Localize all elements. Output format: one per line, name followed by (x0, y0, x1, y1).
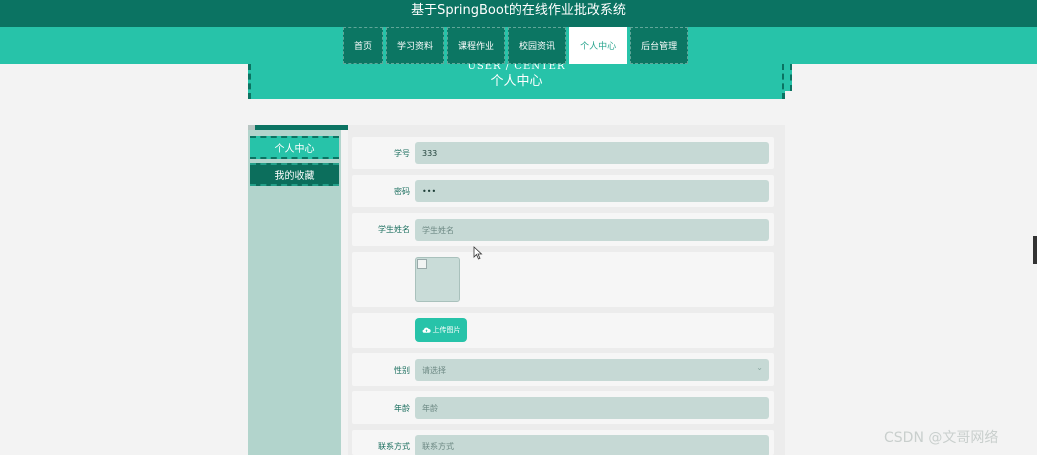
nav-item-home[interactable]: 首页 (343, 27, 384, 64)
main-nav: 首页 学习资料 课程作业 校园资讯 个人中心 后台管理 (343, 27, 689, 64)
sidebar-item-favorites[interactable]: 我的收藏 (250, 163, 339, 186)
student-name-input[interactable]: 学生姓名 (415, 219, 769, 241)
gender-label: 性别 (394, 366, 410, 375)
upload-image-button[interactable]: 上传图片 (415, 318, 467, 342)
form-row-password: 密码 ••• (352, 175, 774, 207)
sidebar-item-user-center[interactable]: 个人中心 (250, 136, 339, 159)
age-label: 年龄 (394, 404, 410, 413)
student-name-label: 学生姓名 (378, 225, 410, 234)
scrollbar-handle[interactable] (1033, 236, 1037, 264)
form-row-upload: 上传图片 (352, 313, 774, 348)
nav-item-campus-news[interactable]: 校园资讯 (508, 27, 567, 64)
broken-image-icon (417, 259, 427, 269)
form-row-student-name: 学生姓名 学生姓名 (352, 213, 774, 246)
gender-select-value: 请选择 (422, 365, 446, 375)
gender-select[interactable]: 请选择 ⌄ (415, 359, 769, 381)
form-row-student-id: 学号 333 (352, 137, 774, 169)
sidebar-top-bar (255, 125, 348, 130)
age-input[interactable]: 年龄 (415, 397, 769, 419)
contact-input[interactable]: 联系方式 (415, 435, 769, 455)
student-id-label: 学号 (394, 149, 410, 158)
page-title: 个人中心 (490, 74, 543, 89)
form-row-contact: 联系方式 联系方式 (352, 430, 774, 455)
watermark-text: CSDN @文哥网络 (884, 430, 999, 446)
form-row-age: 年龄 年龄 (352, 391, 774, 424)
password-input[interactable]: ••• (415, 180, 769, 202)
form-row-avatar (352, 252, 774, 307)
page-header-english: USER / CENTER (467, 64, 566, 72)
banner-tab-decoration (784, 64, 792, 91)
student-id-input[interactable]: 333 (415, 142, 769, 164)
contact-label: 联系方式 (378, 442, 410, 451)
nav-item-user-center[interactable]: 个人中心 (569, 27, 628, 64)
cloud-upload-icon (422, 327, 431, 333)
app-title: 基于SpringBoot的在线作业批改系统 (411, 3, 626, 18)
upload-image-label: 上传图片 (432, 326, 461, 334)
form-row-gender: 性别 请选择 ⌄ (352, 353, 774, 386)
app-title-bar: 基于SpringBoot的在线作业批改系统 (0, 0, 1037, 27)
avatar-image[interactable] (415, 257, 460, 302)
nav-item-admin[interactable]: 后台管理 (630, 27, 689, 64)
mouse-cursor-icon (473, 246, 483, 260)
chevron-down-icon: ⌄ (756, 363, 763, 372)
nav-item-course-homework[interactable]: 课程作业 (447, 27, 506, 64)
password-label: 密码 (394, 187, 410, 196)
page-header-banner: USER / CENTER 个人中心 (248, 64, 785, 99)
nav-item-study-materials[interactable]: 学习资料 (386, 27, 445, 64)
